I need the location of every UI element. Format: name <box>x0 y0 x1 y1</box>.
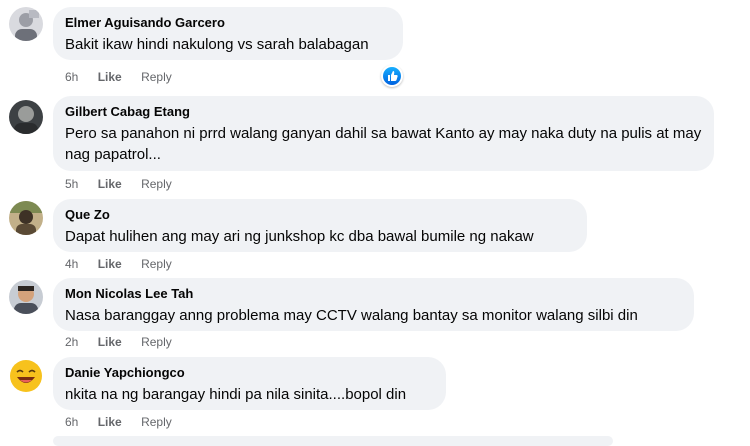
comment-item: Mon Nicolas Lee Tah Nasa baranggay anng … <box>0 278 750 354</box>
comment-text: nkita na ng barangay hindi pa nila sinit… <box>65 386 407 403</box>
comment-author[interactable]: Que Zo <box>65 206 575 223</box>
avatar[interactable] <box>9 359 43 393</box>
comment-timestamp[interactable]: 2h <box>65 335 78 349</box>
comment-author[interactable]: Danie Yapchiongco <box>65 364 434 381</box>
comment-text: Nasa baranggay anng problema may CCTV wa… <box>65 307 638 324</box>
comment-timestamp[interactable]: 5h <box>65 177 78 191</box>
reply-button[interactable]: Reply <box>141 415 172 429</box>
like-button[interactable]: Like <box>98 177 122 191</box>
like-button[interactable]: Like <box>98 70 122 84</box>
comment-bubble: Que Zo Dapat hulihen ang may ari ng junk… <box>53 199 587 252</box>
reaction-badge[interactable] <box>381 65 403 87</box>
comment-text: Dapat hulihen ang may ari ng junkshop kc… <box>65 228 534 245</box>
comment-item: Elmer Aguisando Garcero Bakit ikaw hindi… <box>0 0 750 90</box>
comment-bubble: Elmer Aguisando Garcero Bakit ikaw hindi… <box>53 7 403 60</box>
comment-actions: 6h Like Reply <box>65 70 172 84</box>
comment-timestamp[interactable]: 6h <box>65 415 78 429</box>
avatar[interactable] <box>9 201 43 235</box>
reply-button[interactable]: Reply <box>141 70 172 84</box>
comment-actions: 5h Like Reply <box>65 177 172 191</box>
comment-bubble: Gilbert Cabag Etang Pero sa panahon ni p… <box>53 96 714 171</box>
next-comment-bubble <box>53 436 613 446</box>
comment-author[interactable]: Gilbert Cabag Etang <box>65 103 702 120</box>
comment-item: Que Zo Dapat hulihen ang may ari ng junk… <box>0 199 750 275</box>
comment-author[interactable]: Mon Nicolas Lee Tah <box>65 285 682 302</box>
comment-bubble: Mon Nicolas Lee Tah Nasa baranggay anng … <box>53 278 694 331</box>
comment-text: Pero sa panahon ni prrd walang ganyan da… <box>65 125 702 163</box>
comment-item: Danie Yapchiongco nkita na ng barangay h… <box>0 357 750 440</box>
avatar[interactable] <box>9 7 43 41</box>
comment-actions: 2h Like Reply <box>65 335 172 349</box>
avatar[interactable] <box>9 280 43 314</box>
reply-button[interactable]: Reply <box>141 257 172 271</box>
comment-timestamp[interactable]: 4h <box>65 257 78 271</box>
reply-button[interactable]: Reply <box>141 177 172 191</box>
comment-timestamp[interactable]: 6h <box>65 70 78 84</box>
like-button[interactable]: Like <box>98 335 122 349</box>
comment-item: Gilbert Cabag Etang Pero sa panahon ni p… <box>0 96 750 196</box>
comment-actions: 4h Like Reply <box>65 257 172 271</box>
comment-author[interactable]: Elmer Aguisando Garcero <box>65 14 391 31</box>
comment-text: Bakit ikaw hindi nakulong vs sarah balab… <box>65 36 369 53</box>
like-button[interactable]: Like <box>98 415 122 429</box>
like-button[interactable]: Like <box>98 257 122 271</box>
comment-bubble: Danie Yapchiongco nkita na ng barangay h… <box>53 357 446 410</box>
reply-button[interactable]: Reply <box>141 335 172 349</box>
like-icon <box>388 71 398 81</box>
avatar[interactable] <box>9 100 43 134</box>
comment-actions: 6h Like Reply <box>65 415 172 429</box>
